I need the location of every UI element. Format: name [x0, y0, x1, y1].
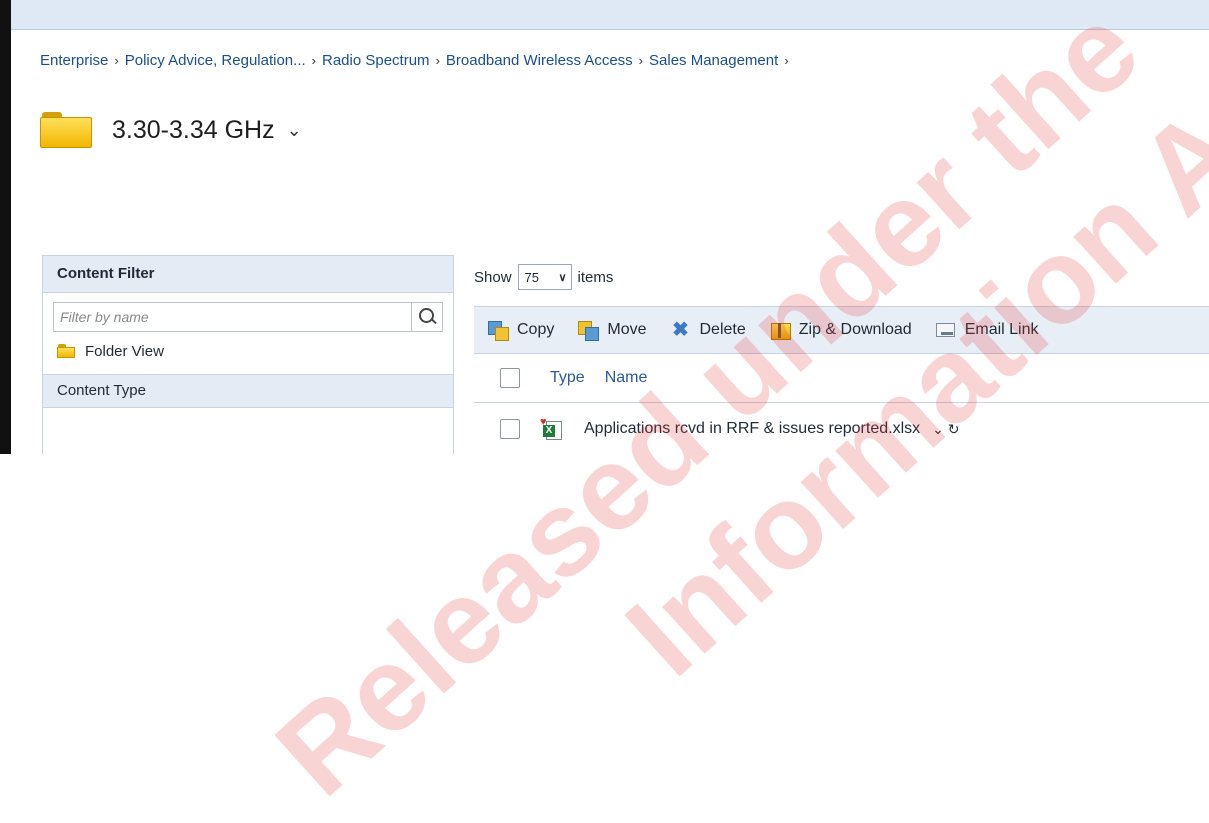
page-title: 3.30-3.34 GHz ⌄ — [40, 112, 302, 148]
delete-label: Delete — [699, 321, 746, 338]
breadcrumb-item-sales-management[interactable]: Sales Management — [649, 52, 778, 69]
search-icon[interactable] — [411, 303, 442, 331]
row-checkbox[interactable] — [500, 419, 520, 439]
delete-button[interactable]: ✖ Delete — [670, 319, 746, 341]
column-header-type[interactable]: Type — [550, 369, 585, 387]
action-toolbar: Copy Move ✖ Delete Zip & Download Email … — [474, 306, 1209, 354]
content-type-section[interactable]: Content Type — [43, 374, 453, 408]
page-size-select[interactable]: 75 ∨ — [517, 264, 572, 290]
table-header: Type Name — [474, 354, 1209, 403]
file-name-link[interactable]: Applications rcvd in RRF & issues report… — [584, 420, 920, 438]
email-icon — [935, 321, 956, 339]
zip-icon — [770, 321, 791, 340]
breadcrumb-separator: › — [114, 53, 119, 68]
zip-download-label: Zip & Download — [798, 321, 912, 338]
top-bar — [11, 0, 1209, 30]
breadcrumb-item-policy-advice[interactable]: Policy Advice, Regulation... — [125, 52, 306, 69]
folder-title: 3.30-3.34 GHz — [112, 115, 275, 144]
folder-view-link[interactable]: Folder View — [43, 332, 453, 370]
items-label: items — [577, 268, 614, 286]
move-icon — [578, 321, 600, 341]
move-button[interactable]: Move — [578, 321, 647, 341]
breadcrumb-separator: › — [784, 53, 789, 68]
email-link-label: Email Link — [964, 321, 1039, 338]
table-row[interactable]: X ♥ Applications rcvd in RRF & issues rep… — [474, 404, 1209, 454]
row-actions-icon[interactable]: ⌄ ↻ — [932, 421, 959, 438]
show-label: Show — [474, 268, 512, 286]
chevron-down-icon: ∨ — [558, 271, 567, 284]
folder-icon — [40, 112, 92, 148]
window-edge — [0, 0, 11, 454]
folder-icon — [57, 344, 75, 358]
chevron-down-icon[interactable]: ⌄ — [287, 120, 302, 141]
copy-button[interactable]: Copy — [488, 321, 555, 341]
breadcrumb-item-broadband[interactable]: Broadband Wireless Access — [446, 52, 633, 69]
delete-icon: ✖ — [672, 319, 689, 341]
folder-view-label: Folder View — [85, 342, 164, 360]
excel-file-icon: X ♥ — [540, 417, 564, 441]
breadcrumb-separator: › — [435, 53, 440, 68]
breadcrumb-item-enterprise[interactable]: Enterprise — [40, 52, 108, 69]
breadcrumb-separator: › — [638, 53, 644, 68]
filter-by-name-input[interactable] — [54, 308, 411, 326]
breadcrumb-item-radio-spectrum[interactable]: Radio Spectrum — [322, 52, 430, 69]
select-all-checkbox[interactable] — [500, 368, 520, 388]
email-link-button[interactable]: Email Link — [935, 321, 1039, 339]
breadcrumb: Enterprise › Policy Advice, Regulation... ›… — [40, 52, 795, 69]
zip-download-button[interactable]: Zip & Download — [770, 321, 912, 340]
copy-icon — [488, 321, 509, 341]
copy-label: Copy — [517, 321, 555, 338]
content-filter-header: Content Filter — [43, 256, 453, 293]
page-size-value: 75 — [524, 269, 539, 285]
page-size-control: Show 75 ∨ items — [474, 264, 613, 290]
filter-search-box — [53, 302, 443, 332]
breadcrumb-separator: › — [311, 53, 316, 68]
content-filter-panel: Content Filter Folder View Content Type — [42, 255, 454, 454]
column-header-name[interactable]: Name — [605, 369, 648, 387]
move-label: Move — [607, 321, 647, 338]
